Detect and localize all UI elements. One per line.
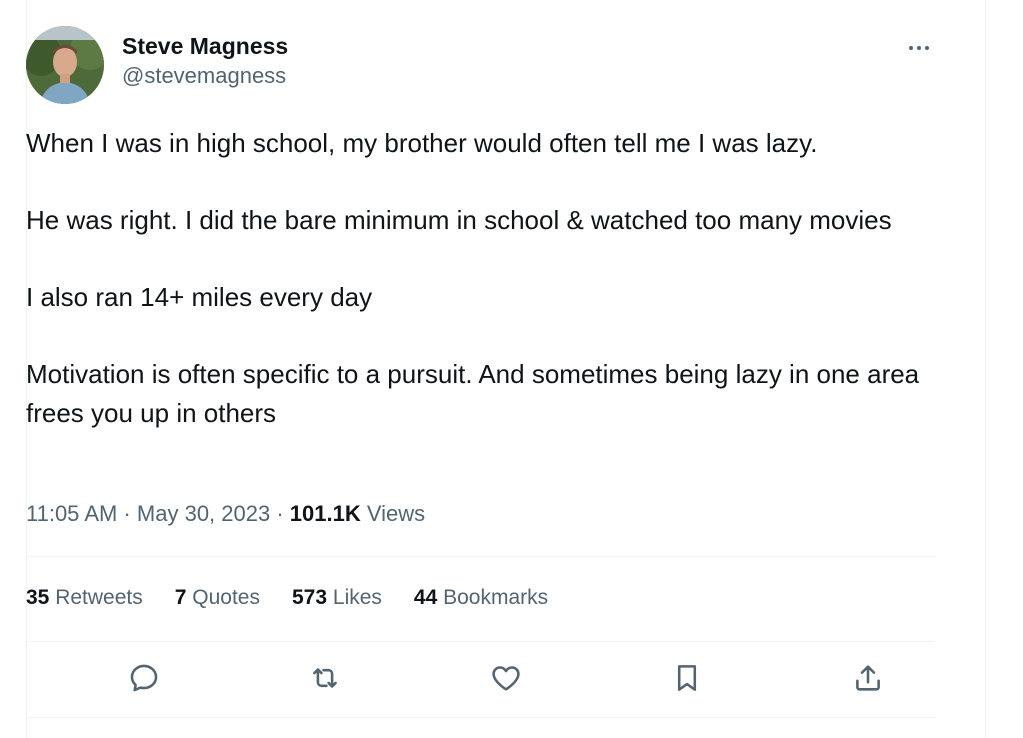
reply-button[interactable] [124, 658, 164, 698]
tweet-actions [26, 656, 934, 704]
author-display-name[interactable]: Steve Magness [122, 32, 288, 60]
tweet-stats: 35 Retweets 7 Quotes 573 Likes 44 Bookma… [26, 580, 580, 616]
more-horizontal-icon [909, 46, 913, 50]
retweet-icon [313, 668, 337, 688]
more-options-button[interactable] [902, 36, 936, 60]
tweet-paragraph: He was right. I did the bare minimum in … [26, 205, 892, 235]
meta-separator: · [123, 501, 131, 526]
share-button[interactable] [848, 658, 888, 698]
views-label: Views [366, 501, 426, 526]
tweet-time[interactable]: 11:05 AM [26, 501, 117, 526]
retweets-label: Retweets [55, 586, 143, 609]
meta-separator: · [276, 501, 284, 526]
bookmarks-stat[interactable]: 44 Bookmarks [414, 586, 548, 610]
avatar[interactable] [26, 26, 104, 104]
retweets-count: 35 [26, 586, 50, 609]
likes-label: Likes [332, 586, 382, 609]
bookmarks-label: Bookmarks [443, 586, 549, 609]
tweet-header: Steve Magness @stevemagness [26, 26, 936, 106]
retweets-stat[interactable]: 35 Retweets [26, 586, 143, 610]
share-icon [856, 665, 880, 691]
quotes-label: Quotes [192, 586, 260, 609]
tweet-date[interactable]: May 30, 2023 [137, 501, 270, 526]
tweet-text: When I was in high school, my brother wo… [26, 124, 941, 433]
heart-icon [492, 666, 520, 691]
retweet-button[interactable] [305, 658, 345, 698]
quotes-count: 7 [174, 586, 187, 609]
tweet-paragraph: I also ran 14+ miles every day [26, 282, 373, 312]
bookmark-icon [677, 665, 697, 691]
quotes-stat[interactable]: 7 Quotes [175, 586, 260, 610]
tweet-paragraph: When I was in high school, my brother wo… [26, 128, 818, 158]
author-handle[interactable]: @stevemagness [122, 60, 288, 92]
bookmarks-count: 44 [413, 586, 438, 609]
divider [26, 641, 934, 642]
reply-icon [130, 664, 158, 692]
tweet-paragraph: Motivation is often specific to a pursui… [26, 359, 920, 428]
author-names: Steve Magness @stevemagness [122, 32, 288, 92]
tweet-meta: 11:05 AM · May 30, 2023 · 101.1K Views [26, 496, 425, 532]
bookmark-button[interactable] [667, 658, 707, 698]
views-count: 101.1K [289, 501, 361, 526]
avatar-image [26, 26, 104, 104]
likes-count: 573 [292, 586, 328, 609]
likes-stat[interactable]: 573 Likes [292, 586, 382, 610]
like-button[interactable] [486, 658, 526, 698]
divider [26, 717, 934, 718]
divider [26, 556, 934, 557]
